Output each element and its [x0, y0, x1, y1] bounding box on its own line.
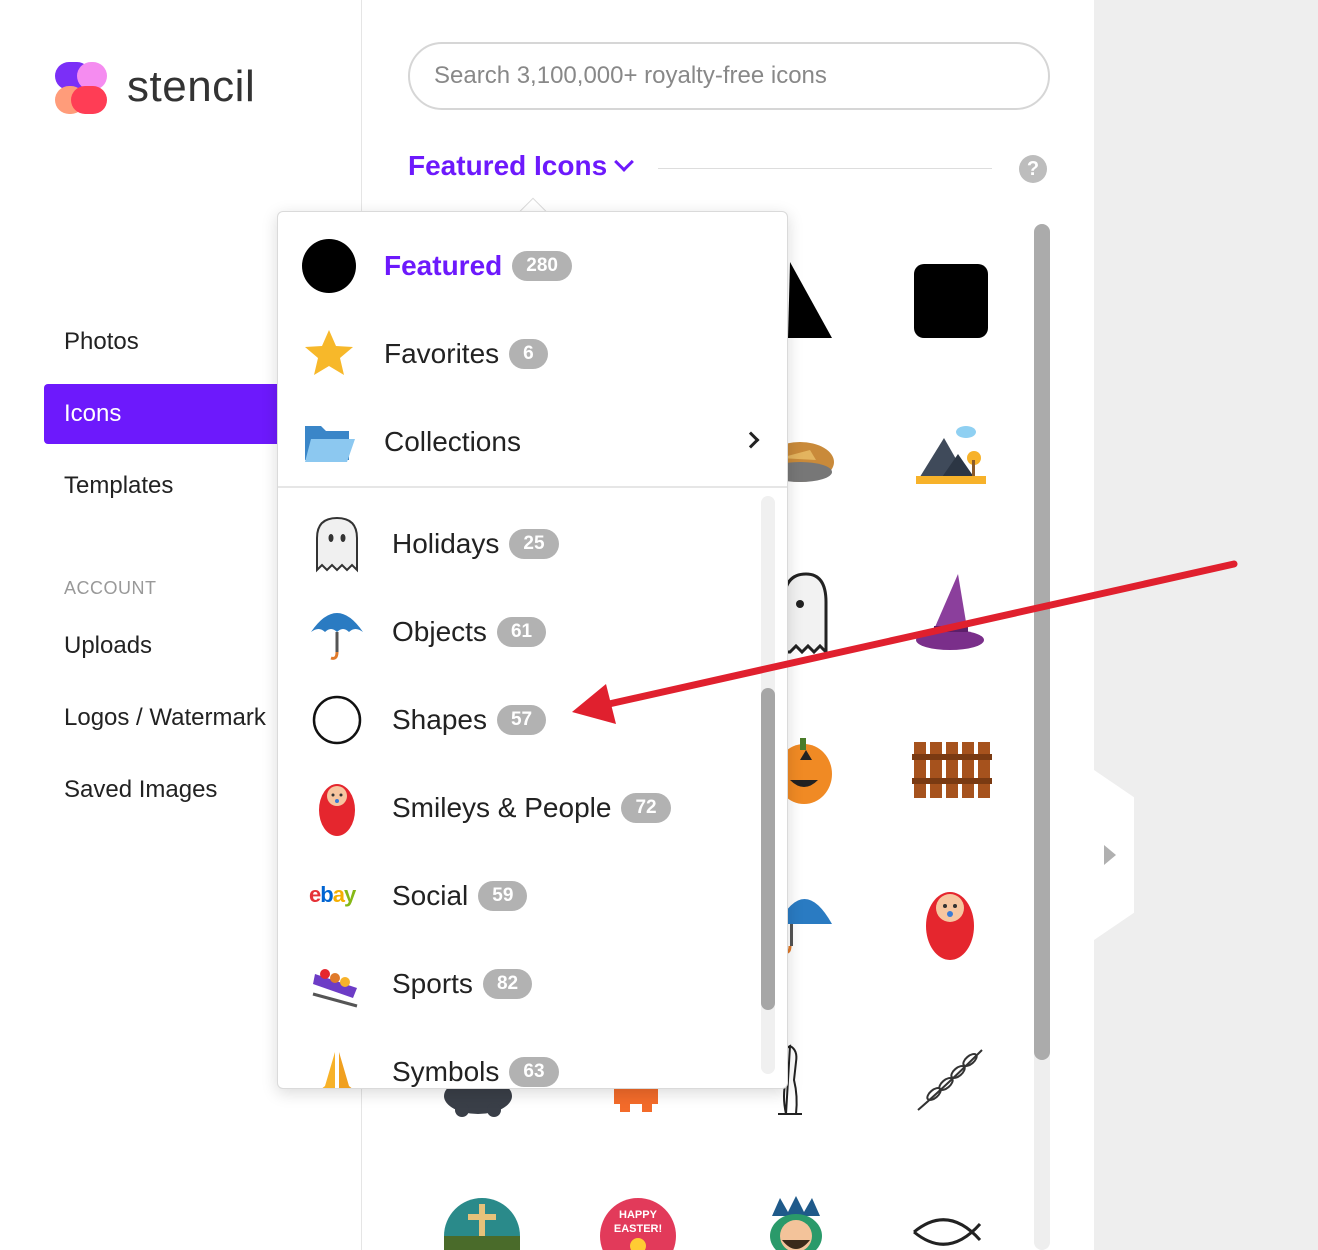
- nav-item-saved-images[interactable]: Saved Images: [44, 760, 284, 820]
- featured-icons-title: Featured Icons: [408, 150, 608, 181]
- dropdown-item-label: Featured: [384, 250, 503, 281]
- dropdown-item-sports[interactable]: Sports 82: [278, 944, 787, 1024]
- baby-icon: [307, 778, 367, 838]
- dropdown-item-featured[interactable]: Featured 280: [278, 226, 787, 306]
- nav-item-templates[interactable]: Templates: [44, 456, 284, 516]
- stencil-logo[interactable]: stencil: [55, 60, 255, 114]
- chevron-down-icon: [614, 152, 635, 172]
- count-badge: 25: [509, 529, 559, 559]
- fence-icon[interactable]: [908, 736, 992, 802]
- dropdown-item-label: Objects: [392, 616, 487, 647]
- dropdown-item-favorites[interactable]: Favorites 6: [278, 314, 787, 394]
- search-input[interactable]: [408, 42, 1050, 110]
- fish-symbol-icon[interactable]: [910, 1210, 990, 1250]
- right-panel: [1094, 0, 1318, 1250]
- category-dropdown: Featured 280 Favorites 6 Collections Hol…: [277, 211, 788, 1089]
- dropdown-item-label: Social: [392, 880, 469, 911]
- cross-hill-icon[interactable]: [442, 1196, 522, 1250]
- dropdown-item-objects[interactable]: Objects 61: [278, 592, 787, 672]
- olive-branch-icon[interactable]: [912, 1044, 986, 1116]
- baby-grid-icon[interactable]: [918, 880, 982, 964]
- mountain-landscape-icon[interactable]: [910, 420, 990, 490]
- dropdown-item-social[interactable]: ebay Social 59: [278, 856, 787, 936]
- stencil-logo-icon: [55, 60, 109, 114]
- account-section-heading: ACCOUNT: [64, 578, 157, 598]
- dropdown-item-label: Favorites: [384, 338, 500, 369]
- logo-text: stencil: [127, 62, 256, 111]
- dropdown-item-label: Sports: [392, 968, 473, 999]
- dropdown-item-label: Shapes: [392, 704, 487, 735]
- dropdown-item-holidays[interactable]: Holidays 25: [278, 504, 787, 584]
- bobsled-icon: [307, 954, 367, 1014]
- ghost-icon: [307, 514, 367, 574]
- dropdown-item-symbols[interactable]: Symbols 63: [278, 1032, 787, 1088]
- icon-grid-scrollbar-thumb[interactable]: [1034, 224, 1050, 1060]
- count-badge: 57: [496, 705, 547, 735]
- count-badge: 82: [482, 969, 533, 999]
- dropdown-caret: [515, 195, 549, 212]
- count-badge: 72: [621, 793, 671, 823]
- count-badge: 59: [478, 881, 528, 911]
- dropdown-item-label: Collections: [384, 426, 521, 457]
- star-icon: [299, 324, 359, 384]
- easter-text-2: EASTER!: [614, 1223, 662, 1235]
- nav-item-icons[interactable]: Icons: [44, 384, 284, 444]
- dropdown-item-collections[interactable]: Collections: [278, 402, 787, 482]
- help-icon[interactable]: ?: [1019, 155, 1047, 183]
- nav-item-logos-watermark[interactable]: Logos / Watermark: [44, 688, 284, 748]
- chevron-right-icon: [742, 431, 760, 449]
- happy-easter-badge-icon[interactable]: HAPPY EASTER!: [598, 1196, 678, 1250]
- count-badge: 63: [509, 1057, 559, 1087]
- expand-panel-tab[interactable]: [1094, 770, 1134, 940]
- king-face-icon[interactable]: [756, 1196, 836, 1250]
- square-shape-icon[interactable]: [908, 258, 992, 342]
- praying-hands-icon: [307, 1042, 367, 1088]
- easter-text-1: HAPPY: [619, 1209, 658, 1221]
- ebay-icon: ebay: [307, 866, 367, 926]
- folder-icon: [299, 412, 359, 472]
- count-badge: 61: [496, 617, 547, 647]
- umbrella-icon: [307, 602, 367, 662]
- dropdown-scrollbar-thumb[interactable]: [761, 688, 775, 1010]
- nav-item-photos[interactable]: Photos: [44, 312, 284, 372]
- dropdown-item-smileys-people[interactable]: Smileys & People 72: [278, 768, 787, 848]
- circle-outline-icon: [307, 690, 367, 750]
- ebay-logo-text: ebay: [309, 882, 357, 907]
- dropdown-item-label: Symbols: [392, 1056, 500, 1087]
- featured-icons-dropdown-toggle[interactable]: Featured Icons: [408, 150, 635, 182]
- title-divider: [658, 168, 992, 169]
- dropdown-item-shapes[interactable]: Shapes 57: [278, 680, 787, 760]
- dropdown-item-label: Holidays: [392, 528, 500, 559]
- black-circle-icon: [299, 236, 359, 296]
- witch-hat-icon[interactable]: [910, 570, 990, 656]
- count-badge: 280: [512, 251, 572, 281]
- dropdown-item-label: Smileys & People: [392, 792, 612, 823]
- count-badge: 6: [509, 339, 548, 369]
- chevron-right-icon: [1104, 845, 1116, 865]
- nav-item-uploads[interactable]: Uploads: [44, 616, 284, 676]
- dropdown-divider: [278, 486, 787, 488]
